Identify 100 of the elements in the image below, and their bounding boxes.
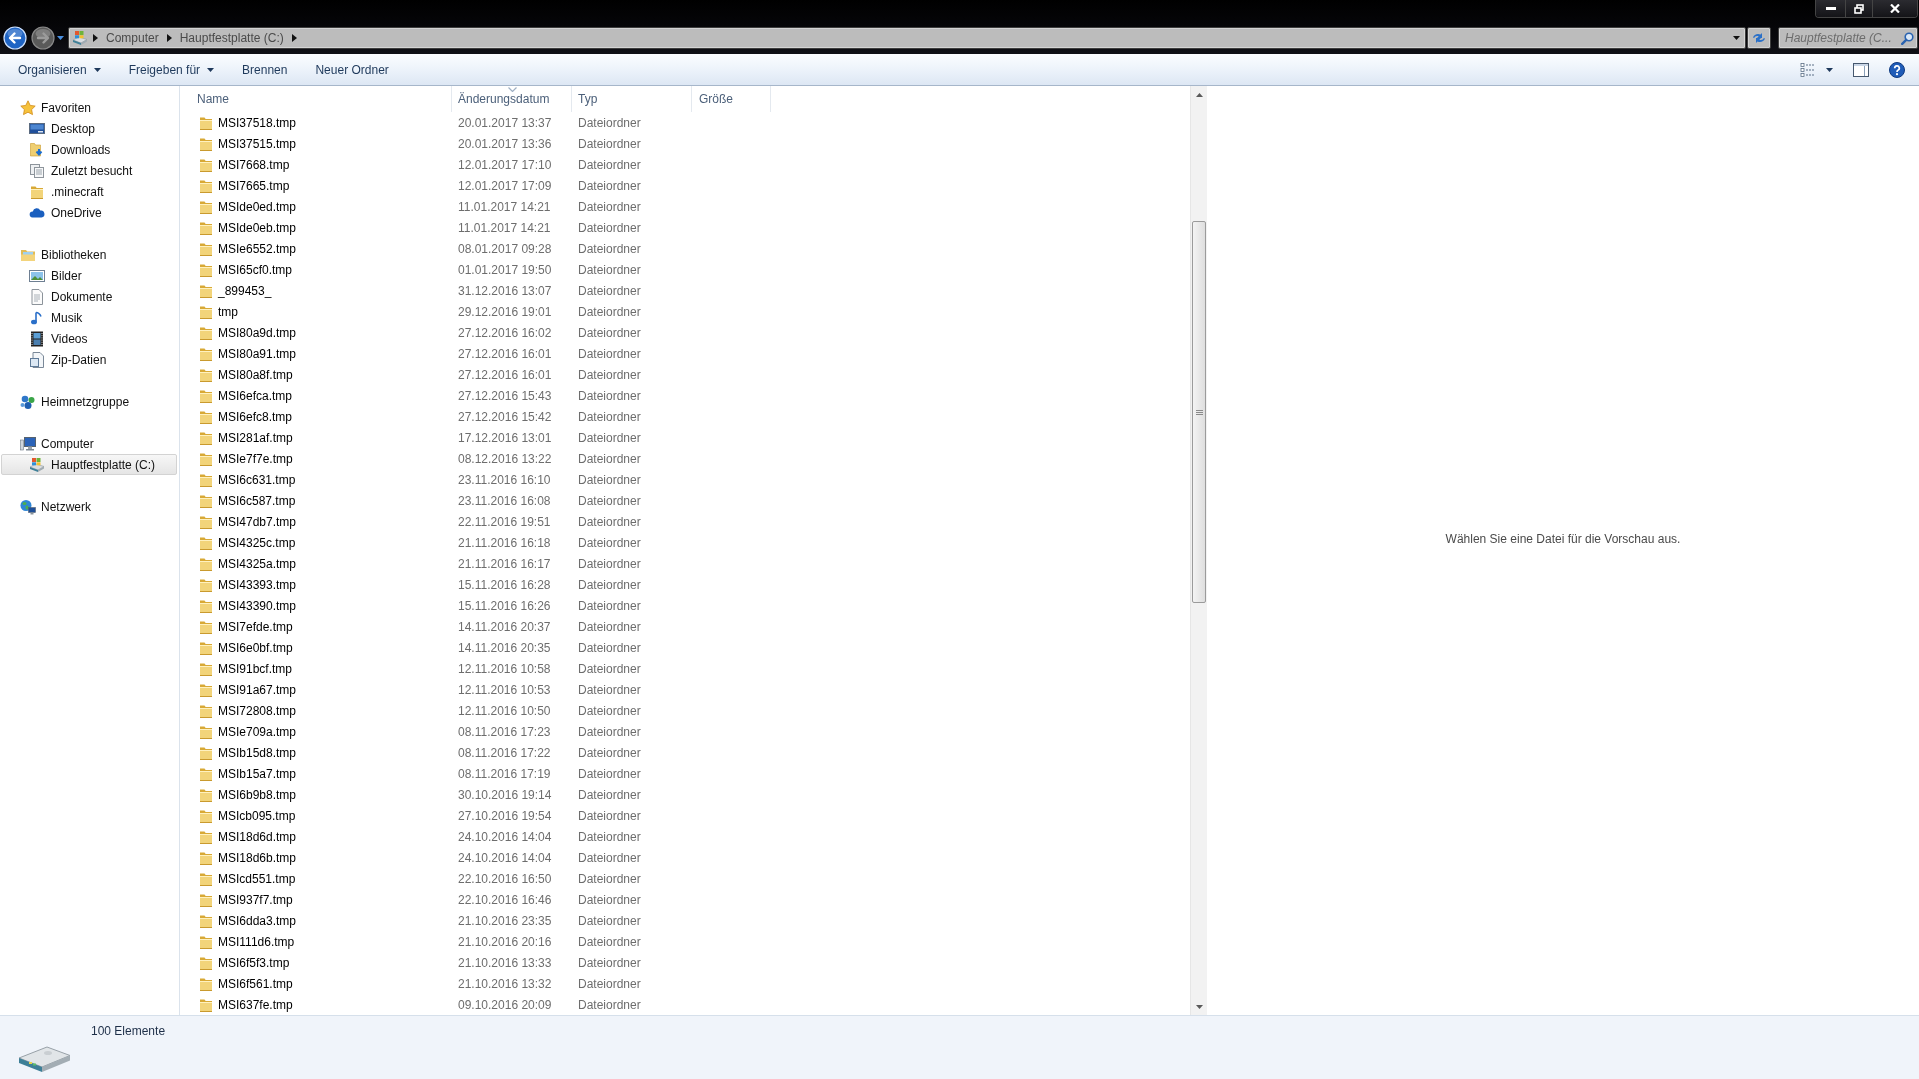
back-button[interactable] [3, 26, 27, 50]
preview-message: Wählen Sie eine Datei für die Vorschau aus. [1445, 531, 1681, 546]
sidebar-item[interactable]: Downloads [24, 139, 116, 160]
caret-icon [1826, 67, 1833, 72]
file-name[interactable]: MSI281af.tmp [218, 430, 293, 445]
file-name[interactable]: MSI37518.tmp [218, 115, 297, 130]
column-header[interactable]: Änderungsdatum [452, 86, 572, 112]
file-type: Dateiordner [577, 976, 642, 991]
file-name[interactable]: MSI4325c.tmp [218, 535, 296, 550]
file-name[interactable]: MSIcb095.tmp [218, 808, 296, 823]
breadcrumb[interactable]: Hauptfestplatte (C:) [176, 28, 287, 48]
file-name[interactable]: MSIb15d8.tmp [218, 745, 297, 760]
sidebar-item[interactable]: Musik [24, 307, 88, 328]
file-name[interactable]: MSI47db7.tmp [218, 514, 297, 529]
file-type: Dateiordner [577, 535, 642, 550]
restore-icon [1854, 3, 1864, 14]
file-name[interactable]: MSIe7f7e.tmp [218, 451, 293, 466]
file-name[interactable]: MSI6c631.tmp [218, 472, 296, 487]
modified-date: 27.12.2016 16:01 [457, 367, 553, 382]
sidebar-item[interactable]: Computer [15, 433, 99, 454]
file-type: Dateiordner [577, 892, 642, 907]
sidebar-item[interactable]: Zuletzt besucht [24, 160, 138, 181]
file-name[interactable]: MSI6e0bf.tmp [218, 640, 293, 655]
file-name[interactable]: MSI6f5f3.tmp [218, 955, 290, 970]
file-name[interactable]: MSIe709a.tmp [218, 724, 297, 739]
chevron-icon[interactable] [93, 34, 98, 42]
sidebar-item[interactable]: Dokumente [24, 286, 118, 307]
file-name[interactable]: MSI937f7.tmp [218, 892, 293, 907]
file-type: Dateiordner [577, 115, 642, 130]
monitor-icon [29, 120, 45, 137]
search-field[interactable]: Hauptfestplatte (C... [1778, 27, 1918, 49]
file-name[interactable]: MSI6efca.tmp [218, 388, 293, 403]
sidebar-item[interactable]: Desktop [24, 118, 101, 139]
toolbar-button[interactable]: Neuer Ordner [307, 57, 397, 82]
breadcrumb[interactable]: Computer [103, 28, 162, 48]
file-name[interactable]: MSIcd551.tmp [218, 871, 296, 886]
file-name[interactable]: MSI6f561.tmp [218, 976, 293, 991]
modified-date: 27.12.2016 16:01 [457, 346, 553, 361]
toolbar-button[interactable]: Brennen [234, 57, 296, 82]
file-name[interactable]: MSI80a91.tmp [218, 346, 297, 361]
file-name[interactable]: MSI111d6.tmp [218, 934, 295, 949]
file-name[interactable]: MSI43390.tmp [218, 598, 297, 613]
refresh-button[interactable] [1747, 27, 1771, 49]
address-bar[interactable]: Computer Hauptfestplatte (C:) [68, 27, 1746, 49]
file-name[interactable]: MSI91bcf.tmp [218, 661, 293, 676]
sidebar-item[interactable]: Hauptfestplatte (C:) [1, 454, 177, 475]
file-name[interactable]: MSI6c587.tmp [218, 493, 296, 508]
file-name[interactable]: MSI91a67.tmp [218, 682, 297, 697]
file-name[interactable]: MSI65cf0.tmp [218, 262, 293, 277]
file-name[interactable]: MSI7668.tmp [218, 157, 290, 172]
modified-date: 11.01.2017 14:21 [457, 220, 552, 235]
file-name[interactable]: MSIe6552.tmp [218, 241, 297, 256]
column-header[interactable]: Größe [692, 86, 771, 112]
file-type: Dateiordner [577, 157, 642, 172]
chevron-icon[interactable] [291, 34, 297, 42]
file-type: Dateiordner [577, 241, 642, 256]
file-name[interactable]: MSI637fe.tmp [218, 997, 293, 1012]
file-name[interactable]: MSI43393.tmp [218, 577, 297, 592]
scroll-thumb[interactable] [1192, 221, 1206, 603]
modified-date: 27.12.2016 15:42 [457, 409, 553, 424]
file-name[interactable]: MSI37515.tmp [218, 136, 297, 151]
file-name[interactable]: MSI7efde.tmp [218, 619, 293, 634]
file-name[interactable]: MSIde0ed.tmp [218, 199, 297, 214]
file-name[interactable]: MSI18d6b.tmp [218, 850, 297, 865]
modified-date: 12.11.2016 10:53 [457, 682, 552, 697]
minimize-button[interactable] [1816, 0, 1845, 17]
file-name[interactable]: MSI6efc8.tmp [218, 409, 293, 424]
file-name[interactable]: MSIde0eb.tmp [218, 220, 297, 235]
column-header[interactable]: Name [190, 86, 452, 112]
file-name[interactable]: MSI80a8f.tmp [218, 367, 293, 382]
sidebar-item[interactable]: Netzwerk [15, 496, 96, 517]
file-name[interactable]: MSI6dda3.tmp [218, 913, 297, 928]
toolbar-button[interactable]: Organisieren [10, 57, 109, 82]
sidebar-item[interactable]: Zip-Datien [24, 349, 112, 370]
file-name[interactable]: tmp [218, 304, 238, 319]
close-button[interactable] [1872, 0, 1917, 17]
sidebar-item[interactable]: Videos [24, 328, 93, 349]
file-name[interactable]: MSI80a9d.tmp [218, 325, 297, 340]
sidebar-item[interactable]: Favoriten [15, 97, 97, 118]
file-name[interactable]: MSIb15a7.tmp [218, 766, 297, 781]
modified-date: 31.12.2016 13:07 [457, 283, 553, 298]
file-name[interactable]: MSI7665.tmp [218, 178, 290, 193]
toolbar-button[interactable]: Freigeben für [120, 57, 223, 82]
sidebar-item[interactable]: .minecraft [24, 181, 109, 202]
sidebar-item[interactable]: Heimnetzgruppe [15, 391, 135, 412]
sidebar-item[interactable]: Bibliotheken [15, 244, 112, 265]
restore-button[interactable] [1845, 0, 1872, 17]
file-name[interactable]: _899453_ [218, 283, 272, 298]
modified-date: 12.11.2016 10:50 [457, 703, 552, 718]
file-name[interactable]: MSI6b9b8.tmp [218, 787, 297, 802]
file-name[interactable]: MSI4325a.tmp [218, 556, 297, 571]
modified-date: 15.11.2016 16:28 [457, 577, 552, 592]
chevron-icon[interactable] [166, 34, 172, 42]
file-type: Dateiordner [577, 556, 642, 571]
file-name[interactable]: MSI72808.tmp [218, 703, 297, 718]
column-header[interactable]: Typ [572, 86, 692, 112]
sidebar-item[interactable]: OneDrive [24, 202, 107, 223]
sidebar-item[interactable]: Bilder [24, 265, 87, 286]
scrollbar[interactable] [1190, 86, 1207, 1015]
file-name[interactable]: MSI18d6d.tmp [218, 829, 297, 844]
